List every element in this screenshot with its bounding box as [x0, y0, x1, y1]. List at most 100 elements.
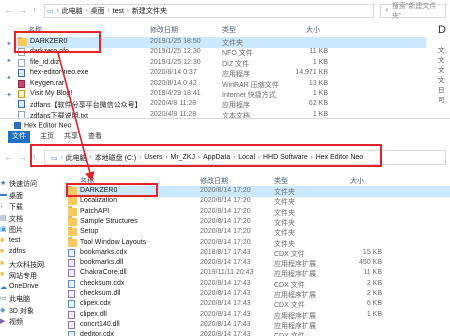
video-icon: ▶: [0, 318, 6, 325]
nav-item[interactable]: ◆ 3D 对象: [0, 306, 60, 316]
nav-item[interactable]: ★ 快速访问: [0, 179, 60, 189]
file-date: 2019/11/11 20:43: [200, 269, 254, 277]
file-date: 2020/8/14 0:42: [150, 79, 197, 87]
file-name: hex-editor-neo.exe: [30, 69, 89, 77]
file-row[interactable]: deditor.cdx 2020/8/14 17:43 CDX 文件: [64, 330, 450, 336]
folder-icon: ■: [0, 236, 5, 244]
nav-item-label: 网站专用: [9, 273, 37, 280]
cdx-file-icon: [68, 248, 75, 257]
file-size: 1 KB: [312, 90, 328, 97]
download-icon: ↓: [0, 202, 4, 209]
nav-item[interactable]: ▬ 桌面: [0, 191, 60, 201]
file-file-icon: [18, 110, 25, 118]
file-row[interactable]: file_id.diz 2019/1/25 12:30 DIZ 文件 1 KB: [16, 58, 426, 69]
details-text: 文: [438, 47, 445, 54]
file-type: CDX 文件: [274, 331, 305, 336]
file-name: bookmarks.cdx: [80, 248, 128, 256]
details-text: 日: [438, 87, 445, 94]
column-type[interactable]: 类型: [274, 176, 288, 186]
file-size: 15 KB: [362, 248, 382, 256]
file-row[interactable]: bookmarks.cdx 2018/8/17 17:43 CDX 文件 15 KB: [64, 248, 450, 259]
file-row[interactable]: checksum.dll 2020/8/14 17:43 应用程序扩展 2 KB: [64, 289, 450, 300]
pc-icon: ▭: [47, 8, 54, 15]
file-date: 2019/1/25 12:30: [150, 58, 201, 66]
file-row[interactable]: zdfans下载说明.txt 2020/4/8 11:28 文本文档 1 KB: [16, 110, 426, 118]
file-row[interactable]: Setup 2020/8/14 17:20 文件夹: [64, 226, 450, 238]
file-row[interactable]: concrt140.dll 2020/8/14 17:43 应用程序扩展: [64, 320, 450, 331]
nav-item[interactable]: ▤ 文档: [0, 214, 60, 224]
file-row[interactable]: zdfans【软件分享平台微信公众号】 2020/4/8 11:28 应用程序 62 …: [16, 99, 426, 110]
nav-item[interactable]: ▭ 此电脑: [0, 294, 60, 304]
column-size[interactable]: 大小: [350, 176, 364, 186]
file-name: ChakraCore.dll: [80, 269, 127, 277]
details-letter: D: [438, 24, 446, 36]
nav-item[interactable]: ■ test: [0, 237, 60, 244]
dll-file-icon: [68, 310, 75, 319]
up-arrow-icon[interactable]: ↑: [32, 5, 37, 15]
chevron-right-icon: ›: [107, 8, 110, 14]
file-date: 2020/8/14 17:20: [200, 238, 251, 246]
ribbon-tab[interactable]: 共享: [64, 131, 78, 143]
column-type[interactable]: 类型: [222, 25, 236, 35]
nav-item[interactable]: ■ zdfns: [0, 248, 60, 255]
nav-item-label: zdfns: [9, 248, 26, 255]
file-name: clipex.dll: [80, 310, 107, 318]
file-row[interactable]: Visit My Blog! 2018/4/29 18:41 Internet 快捷…: [16, 89, 426, 100]
forward-arrow-icon[interactable]: →: [18, 5, 27, 15]
rar-file-icon: [18, 79, 25, 88]
file-row[interactable]: ChakraCore.dll 2019/11/11 20:43 应用程序扩展 11 K…: [64, 268, 450, 279]
breadcrumb-item[interactable]: 此电脑: [62, 6, 83, 16]
file-size: 450 KB: [359, 259, 382, 267]
file-row[interactable]: Sample Structures 2020/8/14 17:20 文件夹: [64, 216, 450, 228]
file-size: 6 KB: [366, 300, 382, 308]
file-row[interactable]: PatchAPI 2020/8/14 17:20 文件夹: [64, 206, 450, 218]
breadcrumb-item[interactable]: 新建文件夹: [132, 6, 167, 16]
pin-icon: ✦: [6, 58, 12, 65]
star-icon: ★: [0, 180, 7, 187]
file-size: 1 KB: [366, 310, 382, 318]
file-row[interactable]: Tool Window Layouts 2020/8/14 17:20 文件夹: [64, 237, 450, 249]
nav-item[interactable]: ■ 网站专用: [0, 271, 60, 281]
file-name: Tool Window Layouts: [80, 238, 147, 246]
file-date: 2020/8/14 17:43: [200, 331, 251, 336]
nav-item[interactable]: ▣ 图片: [0, 225, 60, 235]
breadcrumb-item[interactable]: test: [113, 8, 124, 15]
file-row[interactable]: Keygen.rar 2020/8/14 0:42 WinRAR 压缩文件 13 KB: [16, 79, 426, 90]
highlight-box-source: [14, 31, 101, 53]
folder-icon: [68, 206, 77, 216]
file-name: zdfans下载说明.txt: [30, 112, 88, 118]
nav-item[interactable]: ☁ OneDrive: [0, 283, 60, 291]
ribbon-tab[interactable]: 主页: [40, 131, 54, 143]
nav-item[interactable]: ■ 大众科技网: [0, 260, 60, 270]
nav-item-label: 快速访问: [9, 181, 37, 188]
explorer-window-bottom: Hex Editor Neo 文件 主页 共享 查看 ← → ↑ ▭ › 此电脑 › 本地磁盘…: [0, 118, 450, 336]
ribbon-tab[interactable]: 查看: [88, 131, 102, 143]
doc-icon: ▤: [0, 214, 7, 222]
file-row[interactable]: clipex.dll 2020/8/14 17:43 应用程序扩展 1 KB: [64, 310, 450, 321]
search-input[interactable]: ⌕ 搜索"新建文件夹": [380, 3, 446, 20]
column-date[interactable]: 修改日期: [200, 176, 228, 186]
dll-file-icon: [68, 259, 75, 268]
file-row[interactable]: Localization 2020/8/14 17:20 文件夹: [64, 195, 450, 207]
file-row[interactable]: bookmarks.dll 2020/8/14 17:43 应用程序扩展 450 KB: [64, 258, 450, 269]
file-row[interactable]: checksum.cdx 2020/8/14 17:43 CDX 文件 2 KB: [64, 279, 450, 290]
ribbon-tab[interactable]: 文件: [8, 131, 30, 143]
column-date[interactable]: 修改日期: [150, 25, 178, 35]
nav-item[interactable]: ↓ 下载: [0, 202, 60, 212]
column-size[interactable]: 大小: [306, 25, 320, 35]
address-bar[interactable]: ▭ › 此电脑 › 桌面 › test › 新建文件夹: [44, 4, 374, 18]
file-row[interactable]: hex-editor-neo.exe 2020/8/14 0:37 应用程序 14,9…: [16, 68, 426, 79]
file-name: clipex.cdx: [80, 300, 111, 308]
nav-item[interactable]: ▶ 视频: [0, 317, 60, 327]
file-row[interactable]: clipex.cdx 2020/8/14 17:43 CDX 文件 6 KB: [64, 299, 450, 310]
file-name: Keygen.rar: [30, 79, 65, 87]
back-arrow-icon[interactable]: ←: [4, 152, 13, 162]
back-arrow-icon[interactable]: ←: [4, 5, 13, 15]
breadcrumb-item[interactable]: 桌面: [91, 6, 105, 16]
nav-buttons: ← → ↑: [4, 5, 37, 15]
file-size: 1 KB: [312, 58, 328, 66]
search-icon: ⌕: [385, 7, 389, 14]
ribbon-tabs: 文件 主页 共享 查看: [0, 131, 450, 143]
forward-arrow-icon[interactable]: →: [18, 152, 27, 162]
file-size: 11 KB: [363, 269, 382, 277]
